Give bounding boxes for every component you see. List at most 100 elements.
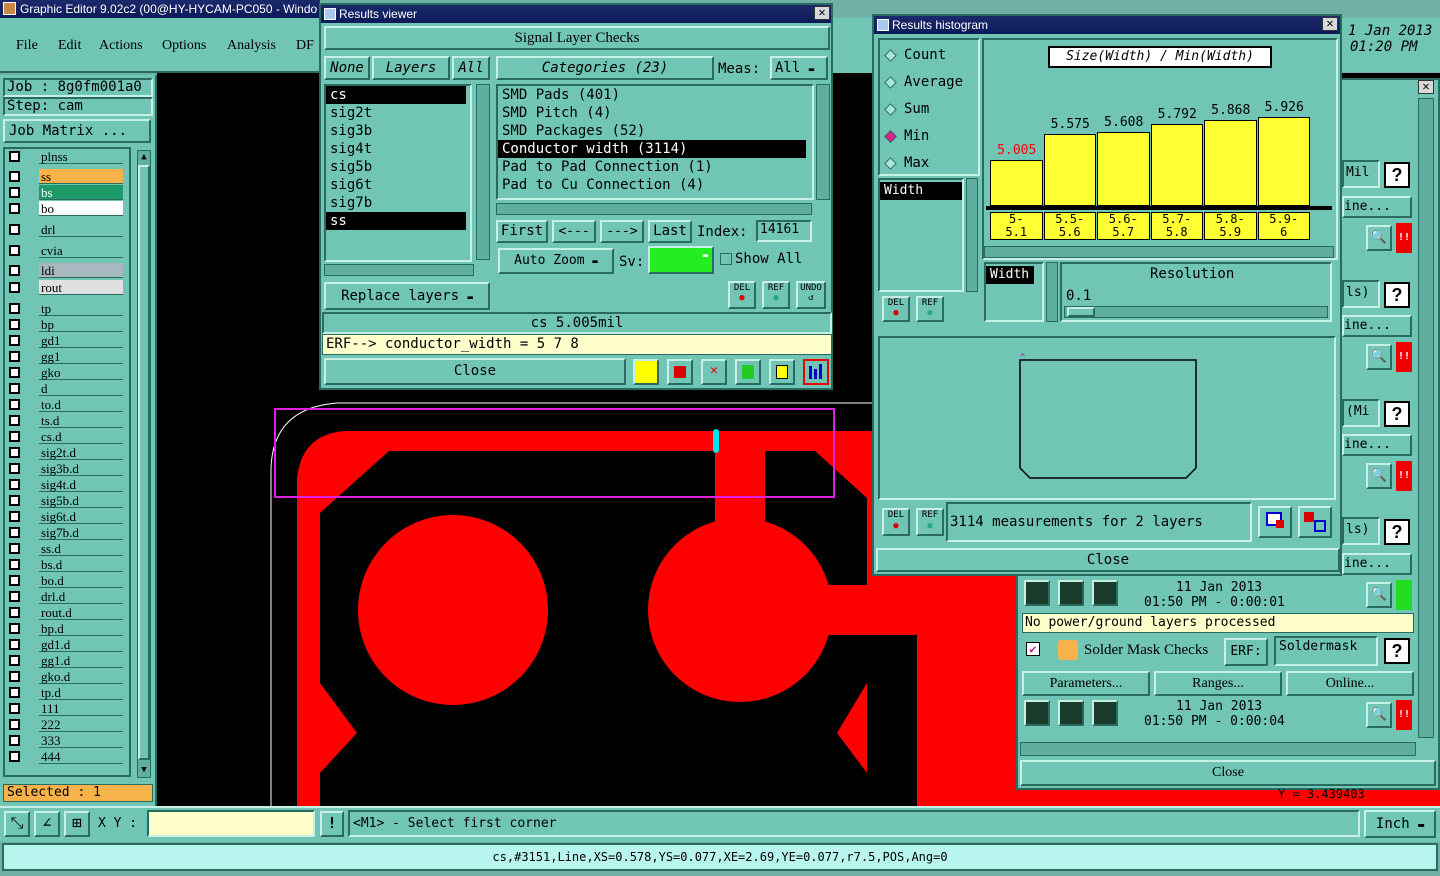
- layer-name[interactable]: 222: [39, 717, 123, 732]
- layer-checkbox[interactable]: [9, 265, 20, 276]
- layer-name[interactable]: sig6t.d: [39, 509, 123, 524]
- check-field[interactable]: Mil: [1342, 160, 1380, 188]
- layer-row[interactable]: to.d: [7, 397, 125, 412]
- show-all-checkbox[interactable]: [720, 253, 732, 265]
- layer-row[interactable]: bs.d: [7, 557, 125, 572]
- layer-name[interactable]: ss: [39, 169, 123, 184]
- layer-checkbox[interactable]: [9, 623, 20, 634]
- soldermask-checkbox[interactable]: ✔: [1026, 642, 1040, 656]
- layer-row[interactable]: gko: [7, 365, 125, 380]
- layer-name[interactable]: drl: [39, 222, 123, 237]
- histogram-bar[interactable]: [1043, 134, 1096, 206]
- layers-list-hscroll[interactable]: [324, 264, 474, 276]
- layer-checkbox[interactable]: [9, 655, 20, 666]
- online-button[interactable]: Online...: [1286, 671, 1414, 696]
- layer-name[interactable]: sig3b.d: [39, 461, 123, 476]
- stop-icon[interactable]: [1092, 580, 1118, 606]
- first-button[interactable]: First: [496, 220, 548, 243]
- layer-checkbox[interactable]: [9, 527, 20, 538]
- layer-list-item[interactable]: ss: [326, 212, 466, 230]
- histogram-close-icon[interactable]: ✕: [1322, 17, 1338, 31]
- category-list-item[interactable]: Pad to Pad Connection (1): [498, 158, 806, 176]
- zoom-icon[interactable]: 🔍: [1366, 463, 1392, 489]
- category-list-item[interactable]: Pad to Cu Connection (4): [498, 176, 806, 194]
- width-item[interactable]: Width: [986, 266, 1034, 284]
- layer-checkbox[interactable]: [9, 687, 20, 698]
- zoom-fit-icon[interactable]: ⤡: [4, 811, 30, 837]
- layer-row[interactable]: tp: [7, 301, 125, 316]
- check-field[interactable]: ls): [1342, 517, 1380, 545]
- checks-close-button[interactable]: Close: [1020, 760, 1436, 786]
- none-button[interactable]: None: [324, 56, 370, 80]
- histogram-icon[interactable]: [803, 359, 829, 385]
- menu-options[interactable]: Options: [162, 38, 206, 54]
- layer-row[interactable]: sig5b.d: [7, 493, 125, 508]
- chart-hscroll[interactable]: [984, 246, 1334, 258]
- zoom-icon[interactable]: 🔍: [1366, 702, 1392, 728]
- category-list-item[interactable]: SMD Pitch (4): [498, 104, 806, 122]
- layer-name[interactable]: cvia: [39, 243, 123, 258]
- xy-input[interactable]: [147, 810, 315, 837]
- sv-color-dropdown[interactable]: ▬: [648, 246, 714, 274]
- layer-list-item[interactable]: sig6t: [326, 176, 466, 194]
- online-button-2[interactable]: ine...: [1342, 434, 1412, 456]
- layer-row[interactable]: ss: [7, 169, 125, 184]
- menu-file[interactable]: File: [16, 38, 38, 54]
- online-button-1[interactable]: ine...: [1342, 315, 1412, 337]
- prev-button[interactable]: <---: [552, 220, 596, 243]
- layer-name[interactable]: tp: [39, 301, 123, 316]
- layer-name[interactable]: sig5b.d: [39, 493, 123, 508]
- display-icon[interactable]: [667, 359, 693, 385]
- layer-name[interactable]: sig4t.d: [39, 477, 123, 492]
- layer-row[interactable]: bp.d: [7, 621, 125, 636]
- layer-checkbox[interactable]: [9, 367, 20, 378]
- layer-checkbox[interactable]: [9, 735, 20, 746]
- layer-checkbox[interactable]: [9, 245, 20, 256]
- layer-list-item[interactable]: sig5b: [326, 158, 466, 176]
- layer-name[interactable]: to.d: [39, 397, 123, 412]
- categories-scrollbar[interactable]: [816, 84, 830, 200]
- layer-checkbox[interactable]: [9, 543, 20, 554]
- help-icon[interactable]: ?: [1384, 282, 1410, 308]
- layer-checkbox[interactable]: [9, 151, 20, 162]
- layer-name[interactable]: gd1.d: [39, 637, 123, 652]
- stop-icon[interactable]: [1092, 700, 1118, 726]
- help-icon[interactable]: ?: [1384, 638, 1410, 664]
- layer-name[interactable]: sig7b.d: [39, 525, 123, 540]
- undo-button[interactable]: UNDO ↺: [796, 281, 826, 309]
- online-button-0[interactable]: ine...: [1342, 196, 1412, 218]
- layer-name[interactable]: drl.d: [39, 589, 123, 604]
- layer-checkbox[interactable]: [9, 751, 20, 762]
- menu-actions[interactable]: Actions: [99, 38, 143, 54]
- zoom-icon[interactable]: 🔍: [1366, 225, 1392, 251]
- option-sum[interactable]: Sum: [884, 100, 976, 120]
- layer-checkbox[interactable]: [9, 719, 20, 730]
- online-button-3[interactable]: ine...: [1342, 553, 1412, 575]
- run-step-icon[interactable]: [1058, 580, 1084, 606]
- all-layers-button[interactable]: All: [452, 56, 490, 80]
- layer-row[interactable]: bs: [7, 185, 125, 200]
- layer-list-item[interactable]: sig4t: [326, 140, 466, 158]
- layer-row[interactable]: drl.d: [7, 589, 125, 604]
- radio-diamond-icon[interactable]: [884, 76, 897, 89]
- histogram-close-button[interactable]: Close: [876, 548, 1340, 572]
- layer-row[interactable]: gd1: [7, 333, 125, 348]
- layer-list-item[interactable]: sig3b: [326, 122, 466, 140]
- layer-checkbox[interactable]: [9, 224, 20, 235]
- layer-name[interactable]: cs.d: [39, 429, 123, 444]
- layer-row[interactable]: ss.d: [7, 541, 125, 556]
- layer-name[interactable]: bs: [39, 185, 123, 200]
- histogram-title-bar[interactable]: Results histogram: [874, 16, 1340, 34]
- checks-close-icon[interactable]: ✕: [1418, 80, 1434, 94]
- layer-name[interactable]: sig2t.d: [39, 445, 123, 460]
- scroll-thumb[interactable]: [138, 165, 150, 760]
- layer-row[interactable]: bo.d: [7, 573, 125, 588]
- histogram-bar[interactable]: [1257, 117, 1310, 206]
- resolution-slider[interactable]: [1064, 306, 1328, 318]
- width-selector[interactable]: Width: [984, 262, 1044, 322]
- menu-analysis[interactable]: Analysis: [227, 38, 276, 54]
- layer-name[interactable]: ss.d: [39, 541, 123, 556]
- layer-list-item[interactable]: sig7b: [326, 194, 466, 212]
- list-icon[interactable]: [769, 359, 795, 385]
- layer-name[interactable]: gko: [39, 365, 123, 380]
